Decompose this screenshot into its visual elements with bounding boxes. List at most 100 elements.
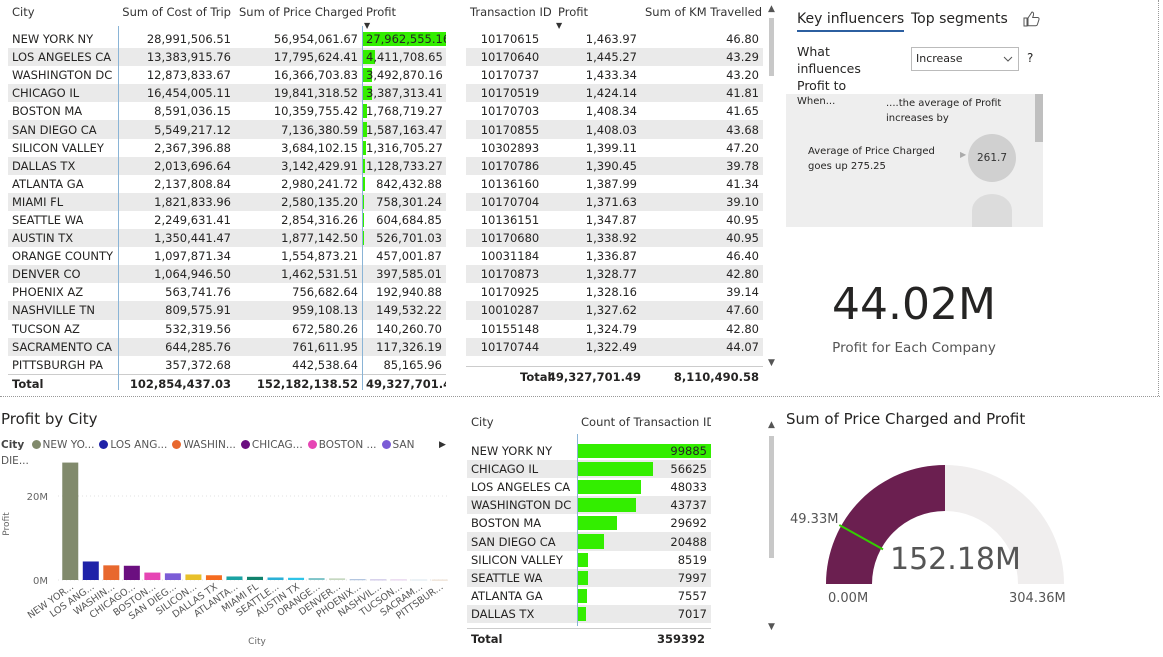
table-row[interactable]: CHICAGO IL 56625 <box>467 460 711 479</box>
table-row[interactable]: 10136151 1,347.87 40.95 <box>466 211 763 229</box>
influence-dropdown[interactable]: Increase <box>911 47 1019 71</box>
count-table-visual[interactable]: City Count of Transaction ID NEW YORK NY… <box>466 404 780 652</box>
transaction-id-cell: 10170640 <box>466 48 554 67</box>
legend-next-icon[interactable]: ▶ <box>439 437 446 453</box>
legend-item[interactable]: CHICAG... <box>240 439 303 451</box>
scroll-up-icon[interactable]: ▲ <box>768 4 775 14</box>
col-header-cost[interactable]: Sum of Cost of Trip <box>118 4 235 30</box>
table-row[interactable]: BOSTON MA 8,591,036.15 10,359,755.42 1,768,… <box>8 102 446 120</box>
bar <box>329 578 346 580</box>
legend-label: CHICAG... <box>251 439 303 451</box>
scrollbar-thumb[interactable] <box>769 436 774 558</box>
y-axis-title: Profit <box>2 512 12 536</box>
influencer-item[interactable]: Average of Price Charged goes up 275.25 <box>808 144 938 174</box>
table-row[interactable]: LOS ANGELES CA 13,383,915.76 17,795,624.41… <box>8 48 446 67</box>
col-header-profit[interactable]: Profit ▼ <box>362 4 446 30</box>
table-row[interactable]: WASHINGTON DC 12,873,833.67 16,366,703.83 3… <box>8 66 446 84</box>
table-row[interactable]: NEW YORK NY 28,991,506.51 56,954,061.67 27,… <box>8 30 446 48</box>
legend-item[interactable]: WASHIN... <box>172 439 236 451</box>
col-header-city[interactable]: City <box>467 414 577 442</box>
transaction-table-visual[interactable]: Transaction ID Profit ▼ Sum of KM Travel… <box>462 0 780 395</box>
influencer-scrollbar[interactable] <box>1035 94 1043 142</box>
profit-value: 4,411,708.65 <box>366 50 443 65</box>
table-row[interactable]: 10010287 1,327.62 47.60 <box>466 301 763 320</box>
table-row[interactable]: MIAMI FL 1,821,833.96 2,580,135.20 758,301.… <box>8 192 446 211</box>
table-row[interactable]: 10170873 1,328.77 42.80 <box>466 265 763 284</box>
scroll-up-icon[interactable]: ▲ <box>768 420 775 430</box>
table-row[interactable]: ORANGE COUNTY 1,097,871.34 1,554,873.21 457… <box>8 247 446 265</box>
table-row[interactable]: PITTSBURGH PA 357,372.68 442,538.64 85,165.… <box>8 356 446 375</box>
data-bar <box>577 570 588 585</box>
table-row[interactable]: TUCSON AZ 532,319.56 672,580.26 140,260.70 <box>8 320 446 338</box>
table-row[interactable]: 10170640 1,445.27 43.29 <box>466 48 763 67</box>
table-row[interactable]: BOSTON MA 29692 <box>467 514 711 532</box>
table-row[interactable]: 10170703 1,408.34 41.65 <box>466 102 763 120</box>
table-row[interactable]: 10302893 1,399.11 47.20 <box>466 139 763 157</box>
city-cell: LOS ANGELES CA <box>471 480 571 495</box>
table-row[interactable]: 10155148 1,324.79 42.80 <box>466 320 763 338</box>
data-bar <box>577 480 642 495</box>
table-row[interactable]: AUSTIN TX 1,350,441.47 1,877,142.50 526,701… <box>8 229 446 248</box>
influencer-value: 261.7 <box>976 152 1008 164</box>
tab-key-influencers[interactable]: Key influencers <box>797 11 905 32</box>
key-influencers-visual: Key influencers Top segments What influe… <box>786 0 1056 232</box>
chart-title: Profit by City <box>1 410 98 428</box>
table-row[interactable]: 10170519 1,424.14 41.81 <box>466 84 763 103</box>
table-row[interactable]: 10170925 1,328.16 39.14 <box>466 283 763 301</box>
table-row[interactable]: PHOENIX AZ 563,741.76 756,682.64 192,940.88 <box>8 283 446 301</box>
bar <box>308 578 325 580</box>
city-profit-table: City Sum of Cost of Trip Sum of Price Ch… <box>8 4 446 394</box>
col-header-transaction-id[interactable]: Transaction ID <box>466 4 554 30</box>
table-row[interactable]: SACRAMENTO CA 644,285.76 761,611.95 117,326… <box>8 337 446 356</box>
profit-cell: 1,327.62 <box>554 301 641 320</box>
gauge-max-label: 304.36M <box>1009 591 1066 606</box>
table-row[interactable]: ATLANTA GA 2,137,808.84 2,980,241.72 842,43… <box>8 175 446 193</box>
table-row[interactable]: CHICAGO IL 16,454,005.11 19,841,318.52 3,38… <box>8 84 446 103</box>
city-profit-table-visual[interactable]: City Sum of Cost of Trip Sum of Price Ch… <box>0 0 450 395</box>
table-row[interactable]: SEATTLE WA 2,249,631.41 2,854,316.26 604,68… <box>8 211 446 229</box>
table-row[interactable]: ATLANTA GA 7557 <box>467 587 711 605</box>
table-row[interactable]: 10136160 1,387.99 41.34 <box>466 175 763 193</box>
total-label: Total <box>520 370 552 384</box>
table-row[interactable]: NEW YORK NY 99885 <box>467 442 711 460</box>
table-row[interactable]: 10031184 1,336.87 46.40 <box>466 247 763 265</box>
table-row[interactable]: SILICON VALLEY 8519 <box>467 551 711 569</box>
scrollbar-thumb[interactable] <box>769 18 774 76</box>
table-row[interactable]: SEATTLE WA 7997 <box>467 568 711 587</box>
legend-item[interactable]: BOSTON ... <box>307 439 377 451</box>
table-row[interactable]: 10170680 1,338.92 40.95 <box>466 229 763 248</box>
city-cell: MIAMI FL <box>8 192 118 211</box>
table-row[interactable]: SILICON VALLEY 2,367,396.88 3,684,102.15 1,… <box>8 139 446 157</box>
table-row[interactable]: SAN DIEGO CA 5,549,217.12 7,136,380.59 1,58… <box>8 120 446 139</box>
next-bubble <box>972 194 1012 227</box>
table-row[interactable]: NASHVILLE TN 809,575.91 959,108.13 149,532.… <box>8 301 446 320</box>
legend-item[interactable]: LOS ANG... <box>99 439 167 451</box>
cost-cell: 2,367,396.88 <box>154 140 231 155</box>
table-row[interactable]: 10170744 1,322.49 44.07 <box>466 337 763 356</box>
table-row[interactable]: 10170855 1,408.03 43.68 <box>466 120 763 139</box>
col-header-profit[interactable]: Profit ▼ <box>554 4 641 30</box>
table-row[interactable]: WASHINGTON DC 43737 <box>467 496 711 515</box>
transaction-id-cell: 10170925 <box>480 285 540 300</box>
legend-item[interactable]: NEW YO... <box>31 439 94 451</box>
col-header-city[interactable]: City <box>8 4 118 30</box>
tab-top-segments[interactable]: Top segments <box>911 11 1008 27</box>
profit-cell: 1,433.34 <box>585 68 637 83</box>
table-row[interactable]: 10170786 1,390.45 39.78 <box>466 156 763 175</box>
table-row[interactable]: DALLAS TX 7017 <box>467 604 711 623</box>
table-row[interactable]: SAN DIEGO CA 20488 <box>467 532 711 551</box>
thumbs-up-icon[interactable] <box>1022 10 1042 28</box>
col-header-count[interactable]: Count of Transaction ID <box>577 414 711 442</box>
table-row[interactable]: 10170704 1,371.63 39.10 <box>466 192 763 211</box>
help-icon[interactable]: ? <box>1027 51 1033 65</box>
scroll-down-icon[interactable]: ▼ <box>768 622 775 632</box>
table-row[interactable]: DALLAS TX 2,013,696.64 3,142,429.91 1,128,7… <box>8 156 446 175</box>
table-row[interactable]: 10170737 1,433.34 43.20 <box>466 66 763 84</box>
col-header-price[interactable]: Sum of Price Charged <box>235 4 362 30</box>
table-row[interactable]: 10170615 1,463.97 46.80 <box>466 30 763 48</box>
scroll-down-icon[interactable]: ▼ <box>768 358 775 368</box>
bar <box>185 574 202 580</box>
table-row[interactable]: LOS ANGELES CA 48033 <box>467 478 711 496</box>
table-row[interactable]: DENVER CO 1,064,946.50 1,462,531.51 397,585… <box>8 265 446 284</box>
col-header-km[interactable]: Sum of KM Travelled <box>641 4 763 30</box>
